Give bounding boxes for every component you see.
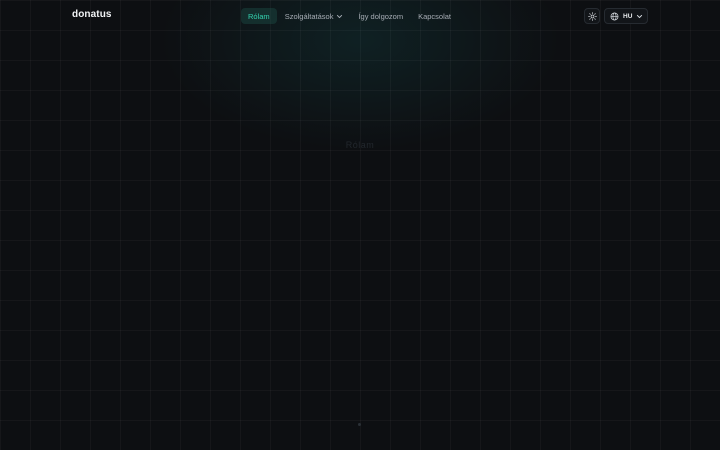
chevron-down-icon bbox=[336, 13, 343, 20]
chevron-down-icon bbox=[636, 13, 643, 20]
nav-item-szolgaltatasok[interactable]: Szolgáltatások bbox=[278, 8, 351, 24]
background-grid bbox=[0, 0, 720, 450]
language-value: HU bbox=[623, 12, 633, 20]
site-header: donatus Rólam Szolgáltatások Így dolgozo… bbox=[0, 0, 720, 32]
nav-item-kapcsolat[interactable]: Kapcsolat bbox=[411, 8, 458, 24]
scroll-indicator-dot bbox=[358, 423, 361, 426]
nav-item-igy-dolgozom[interactable]: Így dolgozom bbox=[351, 8, 410, 24]
brand-logo[interactable]: donatus bbox=[72, 9, 112, 20]
nav-item-label: Így dolgozom bbox=[358, 11, 404, 21]
page: donatus Rólam Szolgáltatások Így dolgozo… bbox=[0, 0, 720, 450]
nav-item-label: Kapcsolat bbox=[418, 11, 452, 21]
nav-item-label: Szolgáltatások bbox=[284, 11, 334, 21]
hero-faint-text: Rólam bbox=[345, 140, 375, 150]
main-nav: Rólam Szolgáltatások Így dolgozom Kapcso… bbox=[241, 8, 459, 24]
nav-item-label: Rólam bbox=[248, 11, 270, 21]
sun-icon bbox=[587, 9, 597, 24]
theme-toggle-button[interactable] bbox=[584, 8, 600, 24]
language-select[interactable]: HU bbox=[604, 8, 648, 24]
nav-item-rolam[interactable]: Rólam bbox=[241, 8, 277, 24]
globe-icon bbox=[610, 9, 619, 24]
